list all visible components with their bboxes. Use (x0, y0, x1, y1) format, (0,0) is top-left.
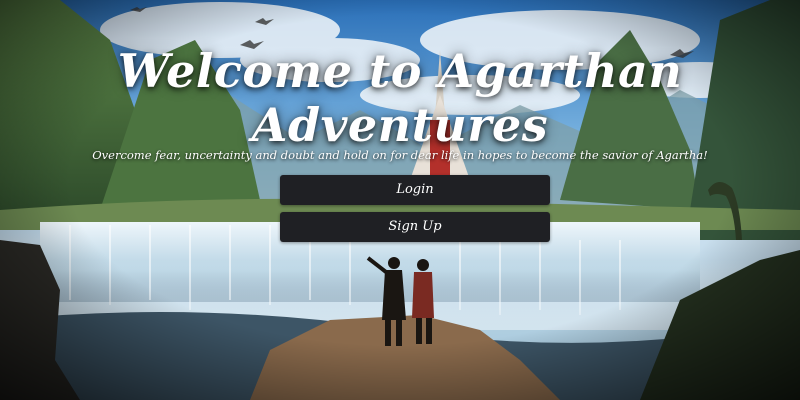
landing-page: Welcome to Agarthan Adventures Overcome … (0, 0, 800, 400)
tagline: Overcome fear, uncertainty and doubt and… (92, 148, 708, 162)
page-title: Welcome to Agarthan Adventures (117, 44, 683, 152)
login-button[interactable]: Login (280, 175, 550, 205)
signup-button[interactable]: Sign Up (280, 212, 550, 242)
